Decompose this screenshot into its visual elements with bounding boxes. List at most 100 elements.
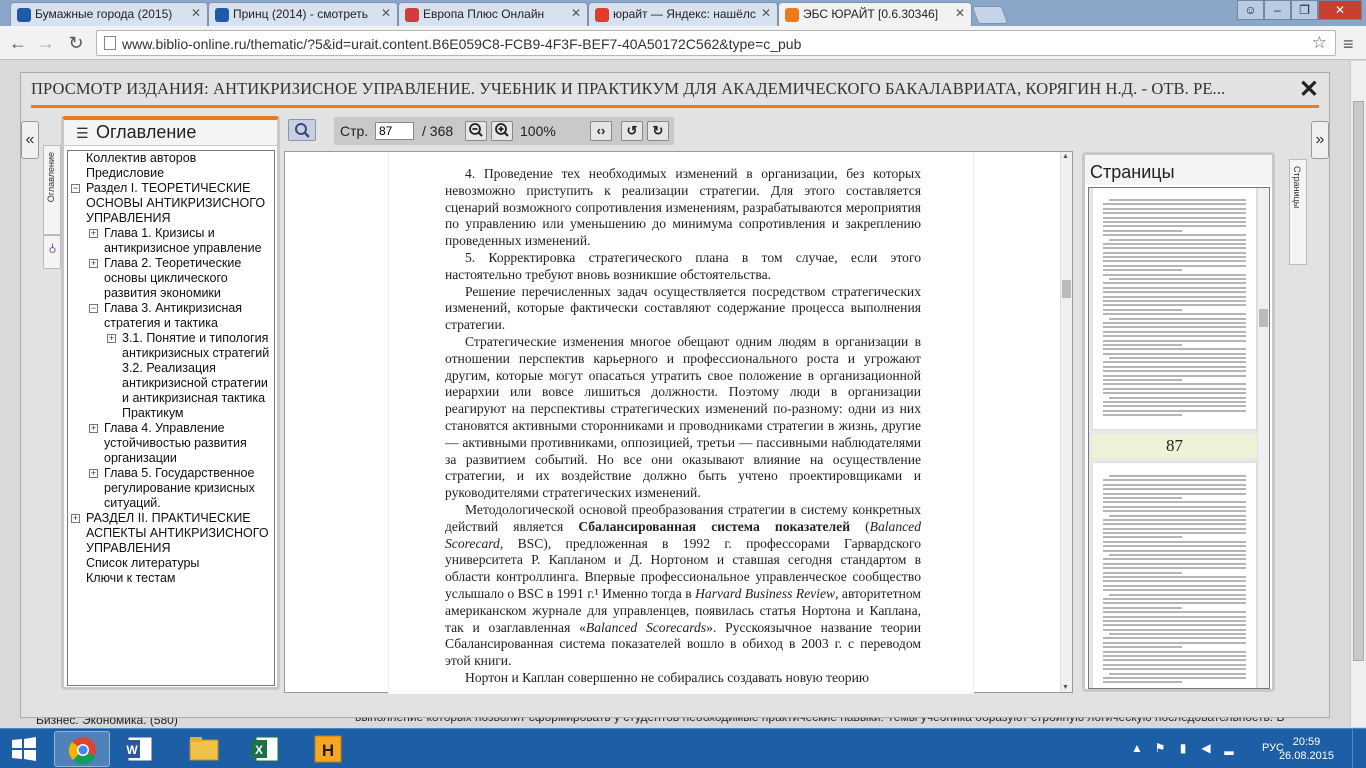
- restore-button[interactable]: ❐: [1291, 0, 1318, 20]
- expand-icon[interactable]: +: [107, 334, 116, 343]
- url-text[interactable]: www.biblio-online.ru/thematic/?5&id=urai…: [122, 36, 801, 52]
- toc-item[interactable]: + РАЗДЕЛ II. ПРАКТИЧЕСКИЕ АСПЕКТЫ АНТИКРИ…: [68, 511, 274, 556]
- volume-icon[interactable]: ◀: [1199, 741, 1213, 755]
- thumbnail-text-line: [1103, 405, 1246, 408]
- thumbnail-text-line: [1103, 400, 1246, 403]
- app-h-taskbar-button[interactable]: H: [300, 731, 356, 767]
- toc-item[interactable]: Коллектив авторов: [68, 151, 274, 166]
- tab-title: юрайт — Яндекс: нашёлс: [613, 7, 756, 21]
- expand-icon[interactable]: +: [89, 259, 98, 268]
- close-tab-icon[interactable]: ✕: [571, 6, 581, 20]
- close-tab-icon[interactable]: ✕: [761, 6, 771, 20]
- forward-arrow-icon[interactable]: →: [34, 32, 58, 54]
- thumbnail-text-line: [1103, 501, 1246, 504]
- collapse-icon[interactable]: −: [71, 184, 80, 193]
- close-window-button[interactable]: ✕: [1318, 0, 1362, 20]
- zoom-in-button[interactable]: [491, 121, 513, 141]
- clock[interactable]: 20:59 26.08.2015: [1279, 735, 1334, 763]
- collapse-icon[interactable]: −: [89, 304, 98, 313]
- thumbnail-text-line: [1103, 505, 1246, 508]
- windows-start-button[interactable]: [8, 736, 40, 762]
- chrome-taskbar-button[interactable]: [54, 731, 110, 767]
- toc-item[interactable]: + Глава 1. Кризисы и антикризисное управл…: [68, 226, 274, 256]
- browser-tab-4[interactable]: юрайт — Яндекс: нашёлс ✕: [588, 2, 778, 26]
- page-thumbnail[interactable]: [1092, 188, 1257, 430]
- toc-item[interactable]: 3.2. Реализация антикризисной стратегии: [68, 361, 274, 391]
- thumbnail-text-line: [1103, 589, 1246, 592]
- browser-tab-5[interactable]: ЭБС ЮРАЙТ [0.6.30346] ✕: [778, 2, 972, 26]
- close-tab-icon[interactable]: ✕: [955, 6, 965, 20]
- document-viewport[interactable]: 4. Проведение тех необходимых изменений …: [284, 151, 1073, 694]
- menu-icon[interactable]: ≡: [1343, 34, 1354, 55]
- thumbnail-text-line: [1103, 628, 1246, 631]
- thumbnail-text-line: [1103, 229, 1182, 232]
- page-thumbnail[interactable]: [1092, 462, 1257, 688]
- expand-icon[interactable]: +: [89, 229, 98, 238]
- bookmark-star-icon[interactable]: ☆: [1312, 33, 1327, 53]
- toc-item[interactable]: − Глава 3. Антикризисная стратегия и такт…: [68, 301, 274, 331]
- browser-tab-1[interactable]: Бумажные города (2015) ✕: [10, 2, 208, 26]
- thumbnail-text-line: [1103, 247, 1246, 250]
- toc-item[interactable]: + Глава 5. Государственное регулирование …: [68, 466, 274, 511]
- toc-item[interactable]: Ключи к тестам: [68, 571, 274, 586]
- thumbnail-text-line: [1103, 567, 1246, 570]
- pages-scrollbar[interactable]: [1257, 188, 1269, 688]
- search-button[interactable]: [288, 119, 316, 141]
- close-tab-icon[interactable]: ✕: [381, 6, 391, 20]
- toc-side-tab[interactable]: Оглавление: [43, 145, 61, 235]
- film-site-icon: [17, 8, 31, 22]
- scroll-down-icon[interactable]: ▼: [1062, 684, 1069, 691]
- pages-scrollbar-thumb[interactable]: [1259, 309, 1268, 327]
- collapse-right-button[interactable]: »: [1311, 121, 1329, 159]
- toc-item[interactable]: Практикум: [68, 406, 274, 421]
- page-scrollbar-thumb[interactable]: [1353, 101, 1364, 661]
- window-controls: ☺ – ❐ ✕: [1237, 0, 1362, 20]
- document-scrollbar-thumb[interactable]: [1062, 280, 1071, 298]
- document-scrollbar[interactable]: ▲ ▼: [1060, 152, 1072, 692]
- text-run: Решение перечисленных задач осуществляет…: [445, 283, 921, 333]
- explorer-taskbar-button[interactable]: [176, 731, 232, 767]
- toc-item[interactable]: +3.1. Понятие и типология антикризисных …: [68, 331, 274, 361]
- page-number-input[interactable]: [375, 122, 414, 140]
- expand-icon[interactable]: +: [71, 514, 80, 523]
- page-scrollbar[interactable]: [1350, 61, 1366, 727]
- expand-icon[interactable]: +: [89, 469, 98, 478]
- thumbnail-text-line: [1109, 317, 1246, 320]
- thumbnail-text-line: [1103, 383, 1246, 386]
- user-icon[interactable]: ☺: [1237, 0, 1264, 20]
- excel-taskbar-button[interactable]: X: [238, 731, 294, 767]
- battery-icon[interactable]: ▮: [1176, 741, 1190, 755]
- close-tab-icon[interactable]: ✕: [191, 6, 201, 20]
- toc-item[interactable]: + Глава 2. Теоретические основы циклическ…: [68, 256, 274, 301]
- flag-icon[interactable]: ⚑: [1153, 741, 1167, 755]
- toc-item[interactable]: Предисловие: [68, 166, 274, 181]
- thumbnail-text-line: [1109, 633, 1246, 636]
- new-tab-button[interactable]: [971, 6, 1009, 24]
- toc-item[interactable]: Список литературы: [68, 556, 274, 571]
- browser-tab-2[interactable]: Принц (2014) - смотреть ✕: [208, 2, 398, 26]
- minimize-button[interactable]: –: [1264, 0, 1291, 20]
- back-arrow-icon[interactable]: ←: [6, 32, 30, 54]
- close-viewer-button[interactable]: ✕: [1299, 78, 1319, 102]
- browser-tab-3[interactable]: Европа Плюс Онлайн ✕: [398, 2, 588, 26]
- svg-text:H: H: [322, 741, 334, 760]
- scroll-up-icon[interactable]: ▲: [1062, 153, 1069, 160]
- toc-item[interactable]: и антикризисная тактика: [68, 391, 274, 406]
- pages-side-tab[interactable]: Страницы: [1289, 159, 1307, 265]
- toc-item[interactable]: + Глава 4. Управление устойчивостью разви…: [68, 421, 274, 466]
- reload-icon[interactable]: ↻: [64, 32, 88, 54]
- search-side-tab[interactable]: ⚲: [43, 235, 61, 269]
- toc-item[interactable]: − Раздел I. ТЕОРЕТИЧЕСКИЕ ОСНОВЫ АНТИКРИЗ…: [68, 181, 274, 226]
- address-bar[interactable]: www.biblio-online.ru/thematic/?5&id=urai…: [96, 30, 1336, 56]
- rotate-left-button[interactable]: ↺: [621, 121, 643, 141]
- word-taskbar-button[interactable]: W: [112, 731, 168, 767]
- collapse-left-button[interactable]: «: [21, 121, 39, 159]
- fit-width-button[interactable]: ‹›: [590, 121, 612, 141]
- rotate-right-button[interactable]: ↻: [647, 121, 669, 141]
- tray-arrow-icon[interactable]: ▲: [1130, 741, 1144, 755]
- zoom-out-button[interactable]: [465, 121, 487, 141]
- expand-icon[interactable]: +: [89, 424, 98, 433]
- network-icon[interactable]: ▂: [1222, 741, 1236, 755]
- show-desktop-button[interactable]: [1352, 729, 1366, 768]
- text-run: 5. Корректировка стратегического плана в…: [445, 249, 921, 282]
